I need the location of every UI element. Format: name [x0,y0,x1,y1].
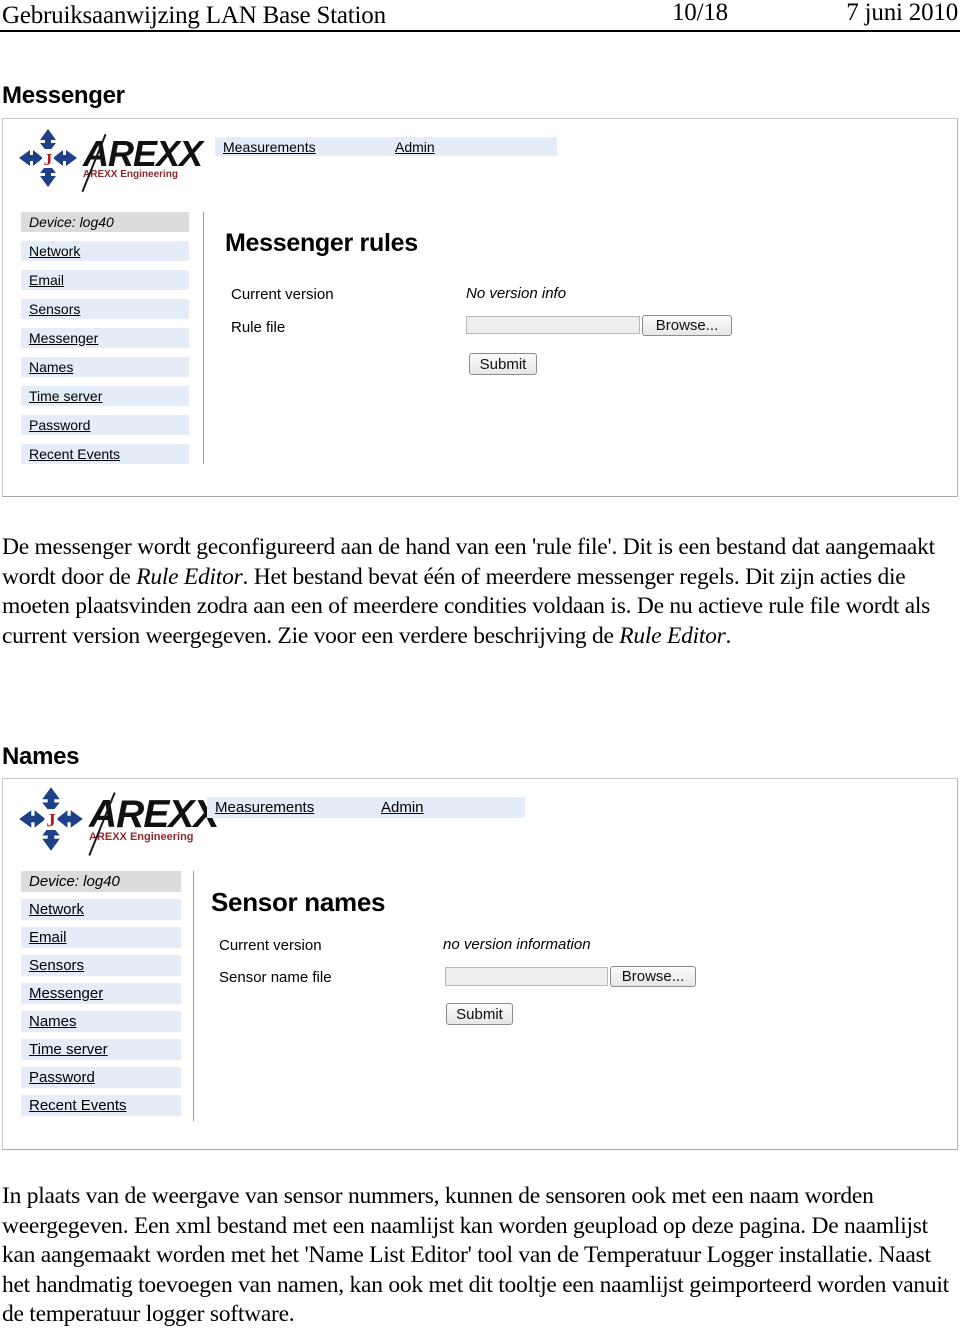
sidebar-item-recent-events[interactable]: Recent Events [21,1095,181,1116]
arrow-cluster-icon: J [19,787,83,851]
rule-file-label: Rule file [231,319,286,336]
sidebar-item-email-label: Email [29,929,67,946]
sidebar-item-names-label: Names [29,359,74,375]
sensor-name-file-input[interactable] [445,967,608,986]
arrow-cluster-icon: J [19,129,77,187]
sidebar-item-email-label: Email [29,272,65,288]
document-header: Gebruiksaanwijzing LAN Base Station 10/1… [0,0,960,32]
screenshot-messenger: J AREXX AREXX Engineering Measurements A… [2,118,958,497]
current-version-label: Current version [231,286,334,303]
submit-button-names[interactable]: Submit [446,1003,513,1025]
svg-text:J: J [44,150,53,169]
nav-tab-measurements-label: Measurements [223,138,316,155]
sensor-name-file-label: Sensor name file [219,969,332,986]
document-title: Gebruiksaanwijzing LAN Base Station [2,2,386,29]
paragraph-names: In plaats van de weergave van sensor num… [2,1183,949,1327]
rule-file-input[interactable] [466,316,640,334]
sidebar-messenger: Device: log40 Network Email Sensors Mess… [21,212,189,464]
sidebar-item-time-server-label: Time server [29,1041,108,1058]
paragraph-messenger: De messenger wordt geconfigureerd aan de… [2,534,935,649]
section-heading-names: Names [2,743,80,770]
sidebar-item-email[interactable]: Email [21,927,181,948]
arexx-logo-mark-names: J [17,785,85,853]
svg-text:J: J [46,811,55,832]
nav-tabs-names: Measurements Admin [207,797,525,818]
current-version-value: no version information [443,936,591,953]
sidebar-item-messenger[interactable]: Messenger [21,983,181,1004]
sidebar-item-network-label: Network [29,243,81,259]
sidebar-divider [193,871,194,1121]
sidebar-item-network-label: Network [29,901,85,918]
sidebar-item-password[interactable]: Password [21,415,189,435]
section-heading-messenger: Messenger [2,82,125,109]
browse-button-messenger[interactable]: Browse... [642,315,732,336]
sidebar-item-network[interactable]: Network [21,899,181,920]
sidebar-item-messenger[interactable]: Messenger [21,328,189,348]
sidebar-item-sensors[interactable]: Sensors [21,299,189,319]
nav-tab-admin[interactable]: Admin [373,797,525,818]
arexx-logo-text: AREXX AREXX Engineering [81,133,203,193]
sidebar-item-password[interactable]: Password [21,1067,181,1088]
nav-tab-admin[interactable]: Admin [387,137,557,156]
sidebar-item-messenger-label: Messenger [29,330,99,346]
current-version-label: Current version [219,937,322,954]
sidebar-item-names[interactable]: Names [21,1011,181,1032]
browse-button-label: Browse... [655,317,719,334]
sidebar-item-network[interactable]: Network [21,241,189,261]
pane-title-messenger-rules: Messenger rules [225,229,418,257]
nav-tab-admin-label: Admin [381,799,424,816]
sidebar-item-password-label: Password [29,1069,95,1086]
nav-tabs-messenger: Measurements Admin [215,137,557,156]
nav-tab-measurements[interactable]: Measurements [207,797,373,818]
sidebar-item-device: Device: log40 [21,871,181,892]
sidebar-names: Device: log40 Network Email Sensors Mess… [21,871,181,1116]
sidebar-item-time-server-label: Time server [29,388,103,404]
browse-button-names[interactable]: Browse... [610,966,696,987]
sidebar-item-device-label: Device: log40 [29,214,114,230]
sidebar-divider [203,212,204,464]
sidebar-item-names-label: Names [29,1013,77,1030]
sidebar-item-email[interactable]: Email [21,270,189,290]
arexx-wordmark-names: AREXX [89,793,219,836]
arexx-logo-mark: J [17,127,79,189]
document-page: Gebruiksaanwijzing LAN Base Station 10/1… [0,0,960,1338]
nav-tab-measurements[interactable]: Measurements [215,137,387,156]
sidebar-item-device: Device: log40 [21,212,189,232]
pane-title-sensor-names: Sensor names [211,887,386,917]
submit-button-label: Submit [456,1005,503,1023]
submit-button-messenger[interactable]: Submit [469,353,537,375]
arexx-logo: J AREXX AREXX Engineering [17,127,203,193]
screenshot-names: J AREXX AREXX Engineering Measurements A… [2,778,958,1150]
sidebar-item-sensors[interactable]: Sensors [21,955,181,976]
sidebar-item-sensors-label: Sensors [29,957,85,974]
submit-button-label: Submit [479,355,527,373]
sidebar-item-recent-events[interactable]: Recent Events [21,444,189,464]
sidebar-item-time-server[interactable]: Time server [21,1039,181,1060]
current-version-value: No version info [466,285,567,302]
sidebar-item-names[interactable]: Names [21,357,189,377]
browse-button-label: Browse... [621,968,685,985]
sidebar-item-messenger-label: Messenger [29,985,104,1002]
document-date: 7 juni 2010 [846,0,958,26]
page-number: 10/18 [672,0,728,26]
sidebar-item-recent-events-label: Recent Events [29,446,121,462]
nav-tab-admin-label: Admin [395,138,435,155]
sidebar-item-device-label: Device: log40 [29,873,120,890]
sidebar-item-password-label: Password [29,417,91,433]
arexx-logo-names: J AREXX AREXX Engineering [17,785,219,856]
sidebar-item-sensors-label: Sensors [29,301,81,317]
arexx-logo-text-names: AREXX AREXX Engineering [88,792,219,856]
nav-tab-measurements-label: Measurements [215,799,315,816]
sidebar-item-time-server[interactable]: Time server [21,386,189,406]
sidebar-item-recent-events-label: Recent Events [29,1097,127,1114]
